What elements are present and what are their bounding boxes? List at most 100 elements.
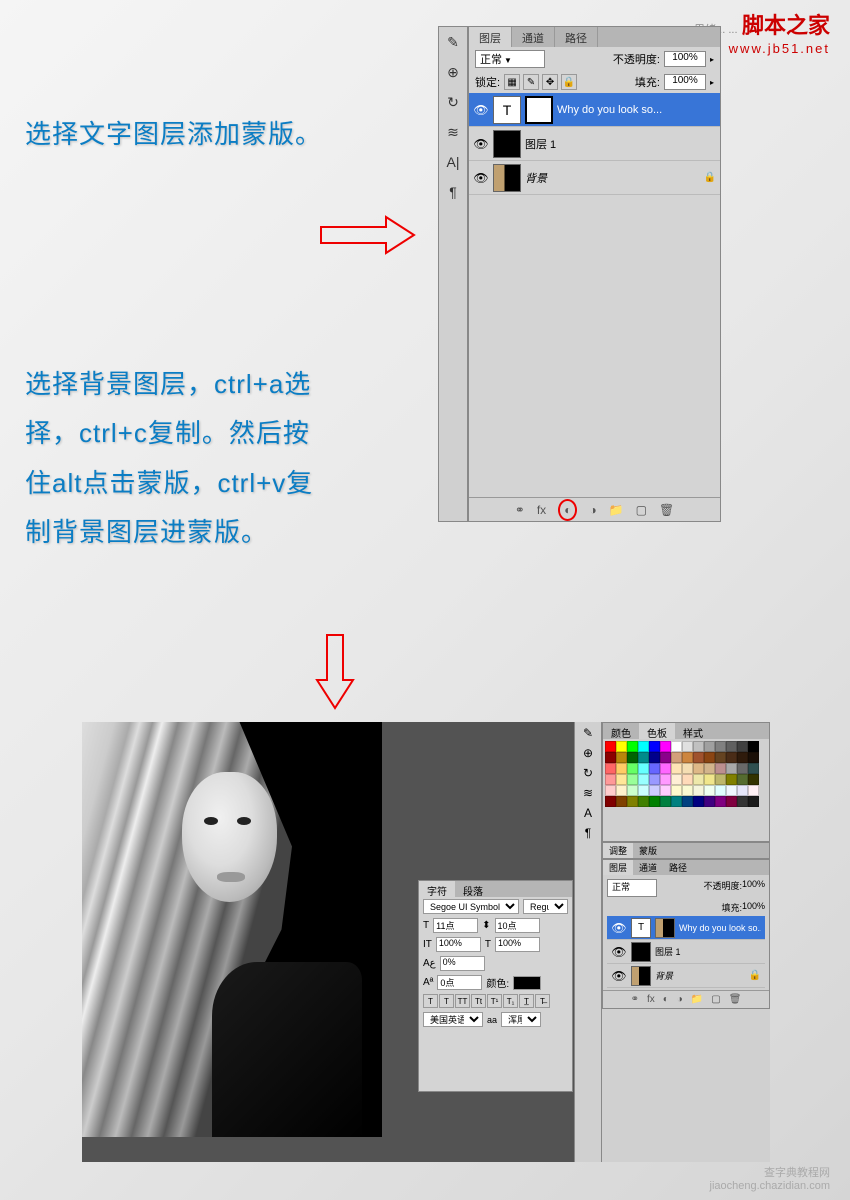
opacity-input[interactable]: 100% (664, 51, 706, 67)
lock-transparency-icon[interactable]: ▦ (504, 74, 520, 90)
swatch-color[interactable] (638, 796, 649, 807)
swatch-color[interactable] (638, 741, 649, 752)
swatch-color[interactable] (726, 741, 737, 752)
font-style-select[interactable]: Regular (523, 899, 568, 914)
swatch-color[interactable] (627, 796, 638, 807)
mini-fill-value[interactable]: 100% (742, 901, 765, 914)
subscript-button[interactable]: T₁ (503, 994, 518, 1008)
canvas-image[interactable] (82, 722, 382, 1137)
swatch-color[interactable] (737, 785, 748, 796)
swatch-color[interactable] (737, 774, 748, 785)
mask-thumb[interactable] (525, 96, 553, 124)
swatch-color[interactable] (682, 774, 693, 785)
swatch-color[interactable] (627, 785, 638, 796)
swatch-color[interactable] (649, 763, 660, 774)
swatch-color[interactable] (737, 796, 748, 807)
visibility-icon[interactable]: 👁 (611, 968, 627, 984)
swatch-color[interactable] (715, 763, 726, 774)
swatch-color[interactable] (737, 752, 748, 763)
swatch-color[interactable] (704, 774, 715, 785)
swatch-color[interactable] (605, 774, 616, 785)
preset-icon[interactable]: ≋ (583, 786, 593, 800)
swatch-color[interactable] (638, 752, 649, 763)
swatch-color[interactable] (748, 752, 759, 763)
swatch-color[interactable] (627, 763, 638, 774)
mini-blend-select[interactable]: 正常 (607, 879, 657, 897)
swatch-color[interactable] (649, 796, 660, 807)
text-thumb[interactable]: T (631, 918, 651, 938)
tab-mask[interactable]: 蒙版 (633, 843, 663, 858)
language-select[interactable]: 美国英语 (423, 1012, 483, 1027)
layer-1[interactable]: 👁 图层 1 (469, 127, 720, 161)
swatch-color[interactable] (671, 796, 682, 807)
swatch-color[interactable] (671, 774, 682, 785)
font-family-select[interactable]: Segoe UI Symbol (423, 899, 519, 914)
link-layers-icon[interactable]: ⚭ (515, 503, 525, 517)
tab-channels-mini[interactable]: 通道 (633, 860, 663, 875)
visibility-icon[interactable]: 👁 (473, 102, 489, 118)
swatch-color[interactable] (737, 741, 748, 752)
antialias-select[interactable]: 浑厚 (501, 1012, 541, 1027)
swatch-color[interactable] (726, 796, 737, 807)
lock-all-icon[interactable]: 🔒 (561, 74, 577, 90)
visibility-icon[interactable]: 👁 (611, 944, 627, 960)
layer-thumb[interactable] (493, 130, 521, 158)
swatch-color[interactable] (682, 763, 693, 774)
tab-paths-mini[interactable]: 路径 (663, 860, 693, 875)
swatch-color[interactable] (715, 796, 726, 807)
color-swatch[interactable] (513, 976, 541, 990)
swatch-color[interactable] (616, 774, 627, 785)
swatch-color[interactable] (693, 741, 704, 752)
bold-button[interactable]: T (423, 994, 438, 1008)
swatch-color[interactable] (660, 763, 671, 774)
italic-button[interactable]: T (439, 994, 454, 1008)
tab-color[interactable]: 颜色 (603, 723, 639, 739)
swatch-color[interactable] (715, 774, 726, 785)
mini-layer-bg[interactable]: 👁 背景 🔒 (607, 964, 765, 988)
swatch-color[interactable] (660, 796, 671, 807)
type-icon[interactable]: A (584, 806, 592, 820)
history-icon[interactable]: ↻ (583, 766, 593, 780)
trash-icon[interactable]: 🗑 (729, 994, 742, 1005)
history-tool-icon[interactable]: ↻ (442, 91, 464, 113)
link-icon[interactable]: ⚭ (631, 994, 639, 1005)
brush-icon[interactable]: ✎ (583, 726, 593, 740)
type-tool-icon[interactable]: A| (442, 151, 464, 173)
swatch-color[interactable] (671, 752, 682, 763)
swatch-color[interactable] (704, 752, 715, 763)
bg-layer-thumb[interactable] (493, 164, 521, 192)
adj-icon[interactable]: ◑ (677, 994, 683, 1005)
swatch-color[interactable] (671, 785, 682, 796)
fill-input[interactable]: 100% (664, 74, 706, 90)
mini-layer-1[interactable]: 👁 图层 1 (607, 940, 765, 964)
tab-character[interactable]: 字符 (419, 881, 455, 897)
swatch-color[interactable] (704, 785, 715, 796)
mini-layer-text[interactable]: 👁 T Why do you look so... (607, 916, 765, 940)
swatch-color[interactable] (616, 763, 627, 774)
swatch-color[interactable] (682, 785, 693, 796)
swatch-color[interactable] (660, 752, 671, 763)
swatch-color[interactable] (605, 785, 616, 796)
swatch-color[interactable] (726, 763, 737, 774)
swatch-color[interactable] (682, 741, 693, 752)
swatch-color[interactable] (616, 741, 627, 752)
paragraph-icon[interactable]: ¶ (585, 826, 591, 840)
swatch-color[interactable] (715, 752, 726, 763)
swatch-color[interactable] (715, 785, 726, 796)
add-mask-button[interactable]: ◐ (558, 499, 577, 521)
brush-tool-icon[interactable]: ✎ (442, 31, 464, 53)
mini-opacity-value[interactable]: 100% (742, 879, 765, 897)
swatch-color[interactable] (748, 796, 759, 807)
opacity-dropdown-icon[interactable]: ▸ (710, 55, 714, 64)
swatch-color[interactable] (660, 774, 671, 785)
swatch-color[interactable] (627, 752, 638, 763)
baseline-input[interactable]: 0点 (437, 975, 482, 990)
smallcaps-button[interactable]: Tt (471, 994, 486, 1008)
clone-icon[interactable]: ⊕ (583, 746, 593, 760)
mask-icon[interactable]: ◐ (663, 994, 669, 1005)
swatch-color[interactable] (693, 774, 704, 785)
swatch-color[interactable] (748, 785, 759, 796)
swatch-color[interactable] (704, 763, 715, 774)
swatch-color[interactable] (693, 785, 704, 796)
swatch-color[interactable] (627, 774, 638, 785)
